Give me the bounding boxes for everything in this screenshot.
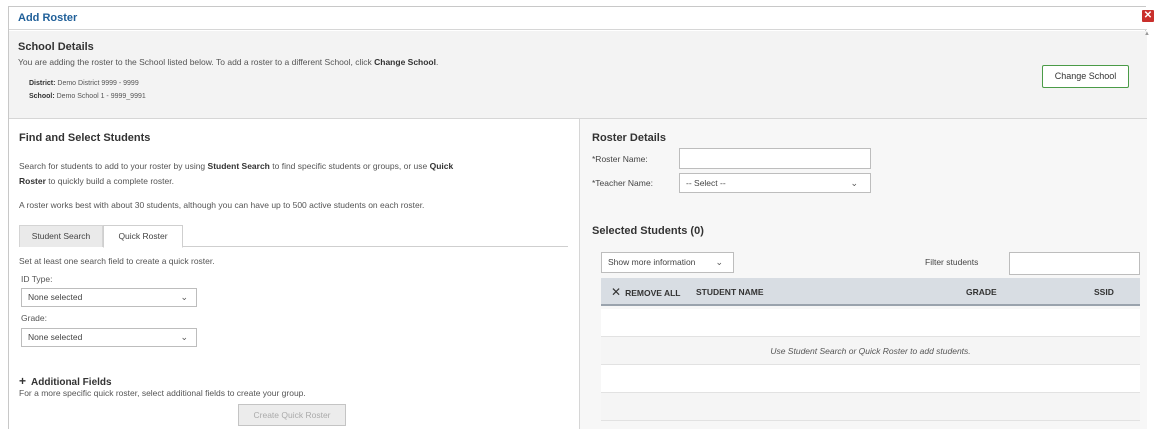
- roster-name-input[interactable]: [679, 148, 871, 169]
- school-desc-bold: Change School: [374, 57, 436, 67]
- school-details-heading: School Details: [18, 41, 94, 53]
- remove-all-label: REMOVE ALL: [625, 288, 681, 298]
- id-type-select[interactable]: None selected ⌄: [21, 288, 197, 307]
- teacher-name-value: -- Select --: [686, 178, 726, 188]
- teacher-name-select[interactable]: -- Select -- ⌄: [679, 173, 871, 193]
- intro-text-1: Search for students to add to your roste…: [19, 161, 208, 171]
- selected-students-table-header: ✕ REMOVE ALL STUDENT NAME GRADE SSID: [601, 278, 1140, 306]
- chevron-down-icon: ⌄: [180, 292, 188, 302]
- grade-label: Grade:: [21, 313, 47, 323]
- column-student-name[interactable]: STUDENT NAME: [696, 278, 764, 306]
- chevron-down-icon: ⌄: [715, 257, 723, 267]
- table-row: [601, 309, 1140, 337]
- show-more-label: Show more information: [608, 257, 696, 267]
- school-value: Demo School 1 - 9999_9991: [56, 93, 146, 100]
- plus-icon: +: [19, 374, 27, 388]
- find-students-heading: Find and Select Students: [19, 132, 151, 144]
- intro-text-3: to quickly build a complete roster.: [45, 176, 174, 186]
- dialog-title: Add Roster: [18, 12, 78, 24]
- school-row: School: Demo School 1 - 9999_9991: [29, 93, 146, 100]
- district-value: Demo District 9999 - 9999: [57, 80, 139, 87]
- filter-students-label: Filter students: [925, 257, 979, 267]
- table-row: [601, 365, 1140, 393]
- intro-student-search: Student Search: [207, 161, 270, 171]
- remove-all-button[interactable]: ✕ REMOVE ALL: [611, 278, 680, 307]
- show-more-information-dropdown[interactable]: Show more information ⌄: [601, 252, 734, 273]
- quick-roster-instructions: Set at least one search field to create …: [19, 256, 215, 266]
- search-tabs: Student Search Quick Roster: [19, 225, 568, 248]
- tab-quick-roster[interactable]: Quick Roster: [103, 225, 183, 248]
- empty-table-message: Use Student Search or Quick Roster to ad…: [770, 346, 971, 356]
- intro-quick: Quick: [429, 161, 454, 171]
- intro-roster: Roster: [19, 176, 46, 186]
- grade-select[interactable]: None selected ⌄: [21, 328, 197, 347]
- school-label: School:: [29, 93, 55, 100]
- find-students-intro: Search for students to add to your roste…: [19, 159, 559, 189]
- create-quick-roster-button[interactable]: Create Quick Roster: [238, 404, 346, 426]
- district-label: District:: [29, 80, 56, 87]
- add-roster-dialog: Add Roster School Details You are adding…: [8, 6, 1147, 429]
- roster-name-label: *Roster Name:: [592, 154, 648, 164]
- id-type-value: None selected: [28, 292, 83, 302]
- additional-fields-description: For a more specific quick roster, select…: [19, 388, 306, 398]
- school-desc-end: .: [436, 57, 439, 67]
- close-icon[interactable]: ✕: [1142, 10, 1154, 22]
- column-ssid[interactable]: SSID: [1094, 278, 1114, 306]
- additional-fields-label: Additional Fields: [31, 377, 112, 388]
- find-select-students-panel: Find and Select Students Search for stud…: [9, 119, 579, 429]
- table-row: Use Student Search or Quick Roster to ad…: [601, 337, 1140, 365]
- filter-students-input[interactable]: [1009, 252, 1140, 275]
- teacher-name-label: *Teacher Name:: [592, 178, 653, 188]
- district-row: District: Demo District 9999 - 9999: [29, 80, 139, 87]
- table-row: [601, 393, 1140, 421]
- intro-text-2: to find specific students or groups, or …: [269, 161, 430, 171]
- additional-fields-toggle[interactable]: + Additional Fields: [19, 374, 112, 388]
- school-details-description: You are adding the roster to the School …: [18, 57, 438, 67]
- chevron-down-icon: ⌄: [850, 178, 858, 188]
- roster-details-panel: Roster Details *Roster Name: *Teacher Na…: [580, 119, 1147, 429]
- close-icon: ✕: [611, 285, 622, 299]
- chevron-down-icon: ⌄: [180, 332, 188, 342]
- grade-value: None selected: [28, 332, 83, 342]
- column-grade[interactable]: GRADE: [966, 278, 997, 306]
- roster-details-heading: Roster Details: [592, 132, 666, 144]
- id-type-label: ID Type:: [21, 274, 53, 284]
- tab-student-search[interactable]: Student Search: [19, 225, 103, 247]
- change-school-button[interactable]: Change School: [1042, 65, 1129, 88]
- dialog-titlebar: Add Roster: [9, 7, 1147, 30]
- selected-students-heading: Selected Students (0): [592, 225, 704, 237]
- scroll-up-arrow-icon[interactable]: ▲: [1142, 31, 1152, 39]
- school-details-section: School Details You are adding the roster…: [9, 31, 1147, 119]
- roster-size-note: A roster works best with about 30 studen…: [19, 200, 425, 210]
- school-desc-text: You are adding the roster to the School …: [18, 57, 375, 67]
